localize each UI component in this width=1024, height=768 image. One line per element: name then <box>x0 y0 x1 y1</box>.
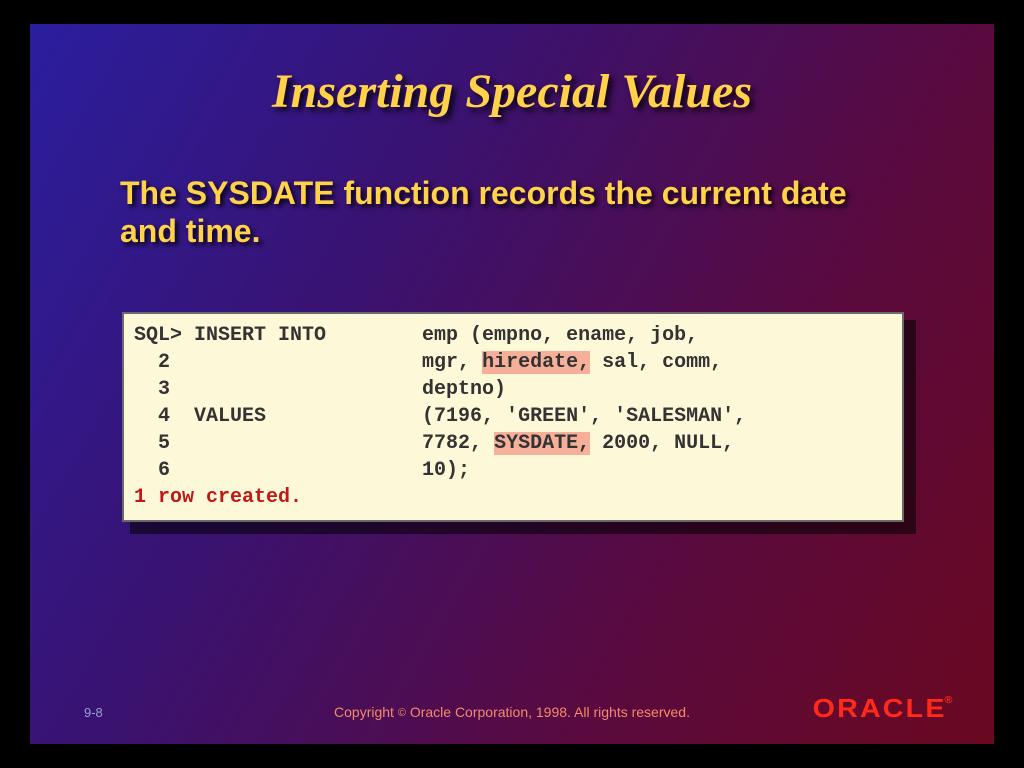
slide-outer: Inserting Special Values The SYSDATE fun… <box>0 0 1024 768</box>
oracle-logo: ORACLE® <box>812 693 952 724</box>
footer: 9-8 Copyright © Oracle Corporation, 1998… <box>30 696 994 720</box>
code-result: 1 row created. <box>134 486 302 509</box>
code-line-2b: sal, comm, <box>590 351 722 374</box>
code-line-4: 4 VALUES (7196, 'GREEN', 'SALESMAN', <box>134 405 746 428</box>
slide-background: Inserting Special Values The SYSDATE fun… <box>30 24 994 744</box>
code-line-2a: 2 mgr, <box>134 351 482 374</box>
highlight-hiredate: hiredate, <box>482 351 590 374</box>
registered-icon: ® <box>944 695 952 706</box>
code-box: SQL> INSERT INTO emp (empno, ename, job,… <box>122 312 904 522</box>
copyright-symbol-icon: © <box>398 707 406 719</box>
copyright-pre: Copyright <box>334 704 398 720</box>
slide-subtitle: The SYSDATE function records the current… <box>120 174 904 251</box>
oracle-logo-text: ORACLE <box>812 693 946 723</box>
copyright-post: Oracle Corporation, 1998. All rights res… <box>406 704 690 720</box>
code-line-1: SQL> INSERT INTO emp (empno, ename, job, <box>134 324 698 347</box>
code-line-5b: 2000, NULL, <box>590 432 734 455</box>
slide-title: Inserting Special Values <box>30 64 994 119</box>
code-line-6: 6 10); <box>134 459 470 482</box>
highlight-sysdate: SYSDATE, <box>494 432 590 455</box>
code-line-5a: 5 7782, <box>134 432 494 455</box>
code-line-3: 3 deptno) <box>134 378 506 401</box>
